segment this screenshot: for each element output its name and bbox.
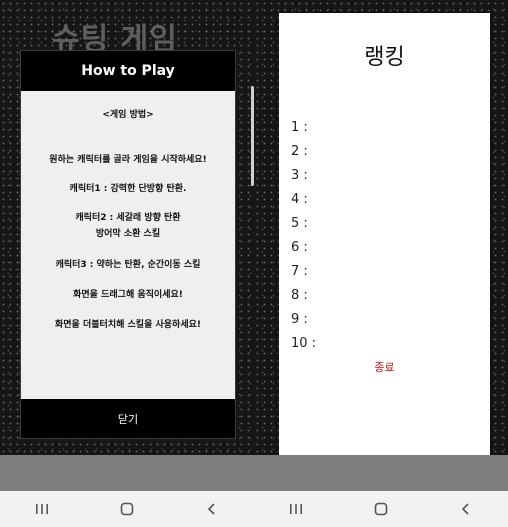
exit-button[interactable]: 종료 (279, 359, 490, 375)
instruction-line: 캐릭터3 : 약하는 탄환, 순간이동 스킬 (55, 260, 201, 270)
instruction-line: 캐릭터1 : 강력한 단방향 탄환. (69, 184, 187, 194)
rank-row: 6 : (291, 240, 308, 255)
bottom-area (0, 455, 254, 491)
rank-row: 3 : (291, 168, 308, 183)
how-to-play-header: How to Play (21, 51, 235, 91)
instruction-heading: <게임 방법> (102, 110, 154, 120)
ranking-dialog: 랭킹 1 : 2 : 3 : 4 : 5 : 6 : 7 : 8 : 9 : 1… (279, 13, 490, 474)
instruction-line: 화면을 더블터치해 스킬을 사용하세요! (55, 320, 201, 330)
instruction-line: 화면을 드래그해 움직이세요! (73, 290, 183, 300)
rank-row: 9 : (291, 312, 308, 327)
rank-row: 1 : (291, 120, 308, 135)
home-icon[interactable] (361, 494, 401, 524)
rank-row: 7 : (291, 264, 308, 279)
home-icon[interactable] (107, 494, 147, 524)
back-icon[interactable] (446, 494, 486, 524)
right-screen: 랭킹 1 : 2 : 3 : 4 : 5 : 6 : 7 : 8 : 9 : 1… (254, 0, 508, 527)
rank-row: 8 : (291, 288, 308, 303)
recent-apps-icon[interactable] (276, 494, 316, 524)
rank-row: 5 : (291, 216, 308, 231)
instruction-line: 원하는 캐릭터를 골라 게임을 시작하세요! (49, 155, 207, 165)
rank-row: 4 : (291, 192, 308, 207)
rank-row: 10 : (291, 336, 317, 351)
left-screen: 슈팅 게임 How to Play <게임 방법> 원하는 캐릭터를 골라 게임… (0, 0, 254, 527)
navigation-bar (0, 491, 254, 527)
back-icon[interactable] (192, 494, 232, 524)
navigation-bar (254, 491, 508, 527)
instruction-line: 방어막 소환 스킬 (95, 229, 161, 239)
how-to-play-body: <게임 방법> 원하는 캐릭터를 골라 게임을 시작하세요! 캐릭터1 : 강력… (21, 91, 235, 399)
bottom-area (254, 455, 508, 491)
rank-row: 2 : (291, 144, 308, 159)
close-button[interactable]: 닫기 (21, 399, 235, 438)
ranking-title: 랭킹 (364, 45, 405, 70)
recent-apps-icon[interactable] (22, 494, 62, 524)
instruction-line: 캐릭터2 : 세갈래 방향 탄환 (75, 213, 181, 223)
how-to-play-dialog: How to Play <게임 방법> 원하는 캐릭터를 골라 게임을 시작하세… (20, 50, 236, 439)
